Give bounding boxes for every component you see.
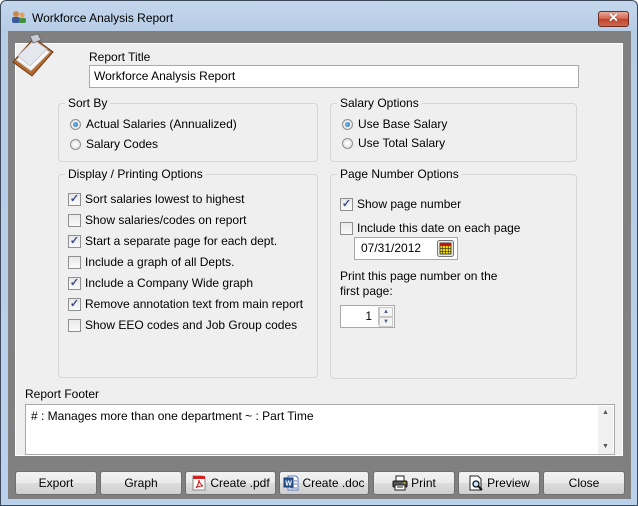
window-title: Workforce Analysis Report	[32, 11, 174, 25]
display-printing-group: Display / Printing Options ✓ Sort salari…	[58, 167, 318, 378]
option-label: Remove annotation text from main report	[85, 297, 304, 311]
page-number-title: Page Number Options	[337, 167, 462, 181]
option-label: Include a Company Wide graph	[85, 276, 254, 290]
export-label: Export	[38, 476, 74, 490]
option-label: Include a graph of all Depts.	[85, 255, 235, 269]
company-wide-graph-checkbox[interactable]: ✓ Include a Company Wide graph	[68, 275, 253, 291]
pdf-icon	[192, 475, 206, 491]
export-button[interactable]: Export	[15, 471, 97, 495]
scroll-track[interactable]	[598, 420, 613, 440]
radio-selected	[70, 118, 81, 130]
include-date-checkbox[interactable]: Include this date on each page	[340, 220, 520, 236]
print-button[interactable]: Print	[373, 471, 455, 495]
report-title-input[interactable]: Workforce Analysis Report	[89, 65, 579, 88]
options-panel: Report Title Workforce Analysis Report S…	[15, 43, 623, 456]
footer-scrollbar[interactable]: ▲ ▼	[598, 406, 613, 454]
scroll-up-icon[interactable]: ▲	[598, 406, 613, 420]
option-label: Use Total Salary	[358, 136, 446, 150]
window-close-button[interactable]: ✕	[598, 10, 629, 27]
option-label: Use Base Salary	[358, 117, 448, 131]
first-page-number-value: 1	[365, 309, 372, 323]
preview-button[interactable]: Preview	[458, 471, 540, 495]
close-label: Close	[568, 476, 600, 490]
spin-up-icon[interactable]: ▲	[379, 307, 393, 317]
option-label: Show EEO codes and Job Group codes	[85, 318, 298, 332]
sort-by-title: Sort By	[65, 96, 111, 110]
option-label: Salary Codes	[86, 137, 159, 151]
use-base-salary-radio[interactable]: Use Base Salary	[342, 116, 447, 132]
option-label: Include this date on each page	[357, 221, 521, 235]
option-label: Start a separate page for each dept.	[85, 234, 278, 248]
display-printing-title: Display / Printing Options	[65, 167, 206, 181]
sort-lowest-to-highest-checkbox[interactable]: ✓ Sort salaries lowest to highest	[68, 191, 244, 207]
checkbox-checked: ✓	[68, 297, 81, 311]
report-window: Workforce Analysis Report ✕ Report Title…	[0, 0, 638, 506]
title-bar: Workforce Analysis Report ✕	[1, 1, 637, 31]
dialog-frame: Report Title Workforce Analysis Report S…	[8, 31, 631, 499]
calendar-icon[interactable]	[437, 240, 454, 257]
page-number-group: Page Number Options ✓ Show page number I…	[330, 167, 577, 379]
graph-label: Graph	[124, 476, 158, 490]
first-page-label-line1: Print this page number on the	[340, 269, 498, 283]
remove-annotation-checkbox[interactable]: ✓ Remove annotation text from main repor…	[68, 296, 303, 312]
first-page-label-line2: first page:	[340, 284, 393, 298]
separate-page-per-dept-checkbox[interactable]: ✓ Start a separate page for each dept.	[68, 233, 277, 249]
radio-unselected	[342, 137, 353, 149]
date-input[interactable]: 07/31/2012	[354, 237, 458, 260]
sort-by-group: Sort By Actual Salaries (Annualized) Sal…	[58, 96, 318, 162]
checkbox-checked: ✓	[340, 197, 353, 211]
graph-button[interactable]: Graph	[100, 471, 182, 495]
print-label: Print	[411, 476, 436, 490]
sort-salary-codes-radio[interactable]: Salary Codes	[70, 136, 158, 152]
checkbox-unchecked	[68, 213, 81, 227]
word-doc-icon: W	[283, 475, 299, 491]
radio-selected	[342, 118, 353, 130]
checkbox-checked: ✓	[68, 276, 81, 290]
sort-actual-salaries-radio[interactable]: Actual Salaries (Annualized)	[70, 116, 237, 132]
use-total-salary-radio[interactable]: Use Total Salary	[342, 135, 445, 151]
show-salaries-codes-checkbox[interactable]: Show salaries/codes on report	[68, 212, 246, 228]
create-pdf-label: Create .pdf	[210, 476, 270, 490]
option-label: Show salaries/codes on report	[85, 213, 247, 227]
report-footer-textarea[interactable]: # : Manages more than one department ~ :…	[25, 404, 615, 455]
option-label: Show page number	[357, 197, 462, 211]
clipboard-icon	[12, 33, 54, 77]
first-page-number-spinner[interactable]: 1 ▲ ▼	[340, 305, 395, 328]
report-title-label: Report Title	[89, 50, 151, 64]
show-eeo-codes-checkbox[interactable]: Show EEO codes and Job Group codes	[68, 317, 297, 333]
checkbox-unchecked	[340, 221, 353, 235]
create-pdf-button[interactable]: Create .pdf	[185, 471, 276, 495]
app-people-icon	[12, 11, 26, 23]
close-button[interactable]: Close	[543, 471, 625, 495]
option-label: Actual Salaries (Annualized)	[86, 117, 237, 131]
preview-label: Preview	[487, 476, 530, 490]
printer-icon	[392, 475, 408, 491]
preview-magnifier-icon	[469, 475, 483, 491]
checkbox-checked: ✓	[68, 192, 81, 206]
scroll-down-icon[interactable]: ▼	[598, 440, 613, 454]
spinner-arrows: ▲ ▼	[378, 307, 393, 327]
create-doc-label: Create .doc	[302, 476, 365, 490]
option-label: Sort salaries lowest to highest	[85, 192, 245, 206]
close-icon: ✕	[608, 10, 619, 25]
graph-all-depts-checkbox[interactable]: Include a graph of all Depts.	[68, 254, 234, 270]
report-footer-text: # : Manages more than one department ~ :…	[31, 409, 314, 423]
date-value: 07/31/2012	[361, 241, 422, 255]
svg-text:W: W	[286, 481, 293, 488]
show-page-number-checkbox[interactable]: ✓ Show page number	[340, 196, 461, 212]
checkbox-checked: ✓	[68, 234, 81, 248]
spin-down-icon[interactable]: ▼	[379, 317, 393, 327]
checkbox-unchecked	[68, 318, 81, 332]
radio-unselected	[70, 138, 81, 150]
report-footer-label: Report Footer	[25, 387, 100, 401]
salary-options-title: Salary Options	[337, 96, 422, 110]
checkbox-unchecked	[68, 255, 81, 269]
create-doc-button[interactable]: W Create .doc	[279, 471, 369, 495]
salary-options-group: Salary Options Use Base Salary Use Total…	[330, 96, 577, 162]
